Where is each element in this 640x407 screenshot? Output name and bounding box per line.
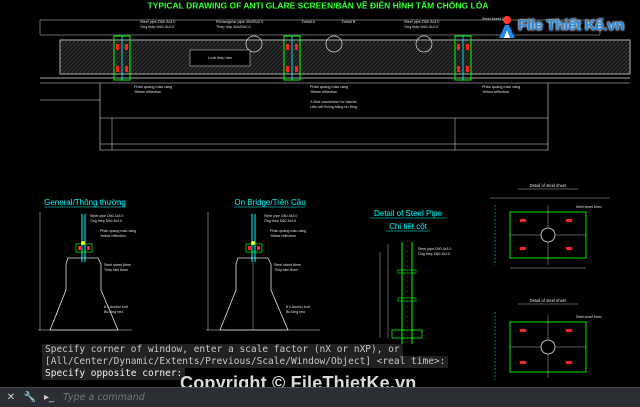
brand-logo: File Thiết Kế.vn [518,17,624,34]
note-bri-pipe-vn: Ống thép D60.3x3.0 [264,218,296,223]
note-gen-anchor: 8 x Anchor bolt [104,305,128,309]
command-history-line: Specify corner of window, enter a scale … [42,344,403,356]
note-gen-pipe-vn: Ống thép D60.3x3.0 [90,218,122,223]
note-reflective-3-en: Yellow reflection [482,90,509,94]
view-subtitle-pipe: Chi tiết cột [389,222,428,231]
command-history-line: [All/Center/Dynamic/Extents/Previous/Sca… [42,356,449,368]
view-title-plate-b: Detail of steel sheet [530,298,568,303]
note-rect-pipe: Rectangular pipe 40x20x2.0 [216,20,263,24]
note-gen-reflective: Phản quang màu vàng [100,229,136,233]
note-detail-a: Detail A [302,20,316,24]
note-bri-anchor-vn: Bu lông neo [286,310,305,314]
note-bri-reflective: Phản quang màu vàng [270,229,306,233]
note-steel-pipe-top: Steel pipe D60.3x3.0 [140,20,175,24]
note-connection-vn: Liên kết thông bằng bu lông [310,104,357,109]
command-history-line: Specify opposite corner: [42,368,186,380]
view-title-bridge: On Bridge/Trên Cầu [234,198,305,207]
note-gen-reflective-en: Yellow reflection [100,234,126,238]
wrench-icon[interactable]: 🔧 [22,390,38,406]
note-connection: 2-Bolt connection for barrier [310,100,358,104]
note-detail-b: Detail B [342,20,356,24]
note-pipe-detail: Steel pipe D60.3x3.0 [418,247,451,251]
view-title-plate-a: Detail of steel sheet [530,183,568,188]
note-gen-anchor-vn: Bu lông neo [104,310,123,314]
note-reflective-1: Phản quang màu vàng [134,85,172,89]
note-steel-pipe-right: Steel pipe D60.3x3.0 [404,20,439,24]
note-screen: Lưới thép hàn [208,56,232,60]
brand-suffix: .vn [603,17,625,34]
note-gen-sheet-vn: Thép tấm 8mm [104,268,128,272]
note-steel-pipe-right-vn: Ống thép D60.3x3.0 [404,24,438,29]
view-title-general: General/Thông thường [44,198,126,207]
note-reflective-2: Phản quang màu vàng [310,85,348,89]
note-rect-pipe-vn: Thép hộp 40x20x2.0 [216,25,251,29]
view-title-pipe: Detail of Steel Pipe [374,209,443,218]
logo-mark-icon [499,16,515,38]
note-reflective-1-en: Yellow reflection [134,90,161,94]
brand-name: File Thiết Kế [518,17,604,34]
command-bar: ✕ 🔧 ▸_ [0,387,640,407]
note-bri-sheet-vn: Thép tấm 8mm [274,268,298,272]
note-gen-sheet: Steel sheet 8mm [104,263,131,267]
note-plate-b-sheet: Steel sheet 8mm [576,315,602,319]
note-bri-anchor: 8 x Anchor bolt [286,305,310,309]
note-bri-sheet: Steel sheet 8mm [274,263,301,267]
note-pipe-detail-vn: Ống thép D60.3x3.0 [418,251,450,256]
note-bri-pipe: Steel pipe D60.3x3.0 [264,214,297,218]
note-gen-pipe: Steel pipe D60.3x3.0 [90,214,123,218]
note-bri-reflective-en: Yellow reflection [270,234,296,238]
note-steel-pipe-top-vn: Ống thép D60.3x3.0 [140,24,174,29]
note-reflective-2-en: Yellow reflection [310,90,337,94]
note-plate-a-sheet: Steel sheet 8mm [576,205,602,209]
drawing-title: TYPICAL DRAWING OF ANTI GLARE SCREEN/BẢN… [148,0,489,11]
command-input[interactable] [61,389,305,406]
note-reflective-3: Phản quang màu vàng [482,85,520,89]
command-prompt-icon[interactable]: ▸_ [41,390,57,406]
close-icon[interactable]: ✕ [3,390,19,406]
